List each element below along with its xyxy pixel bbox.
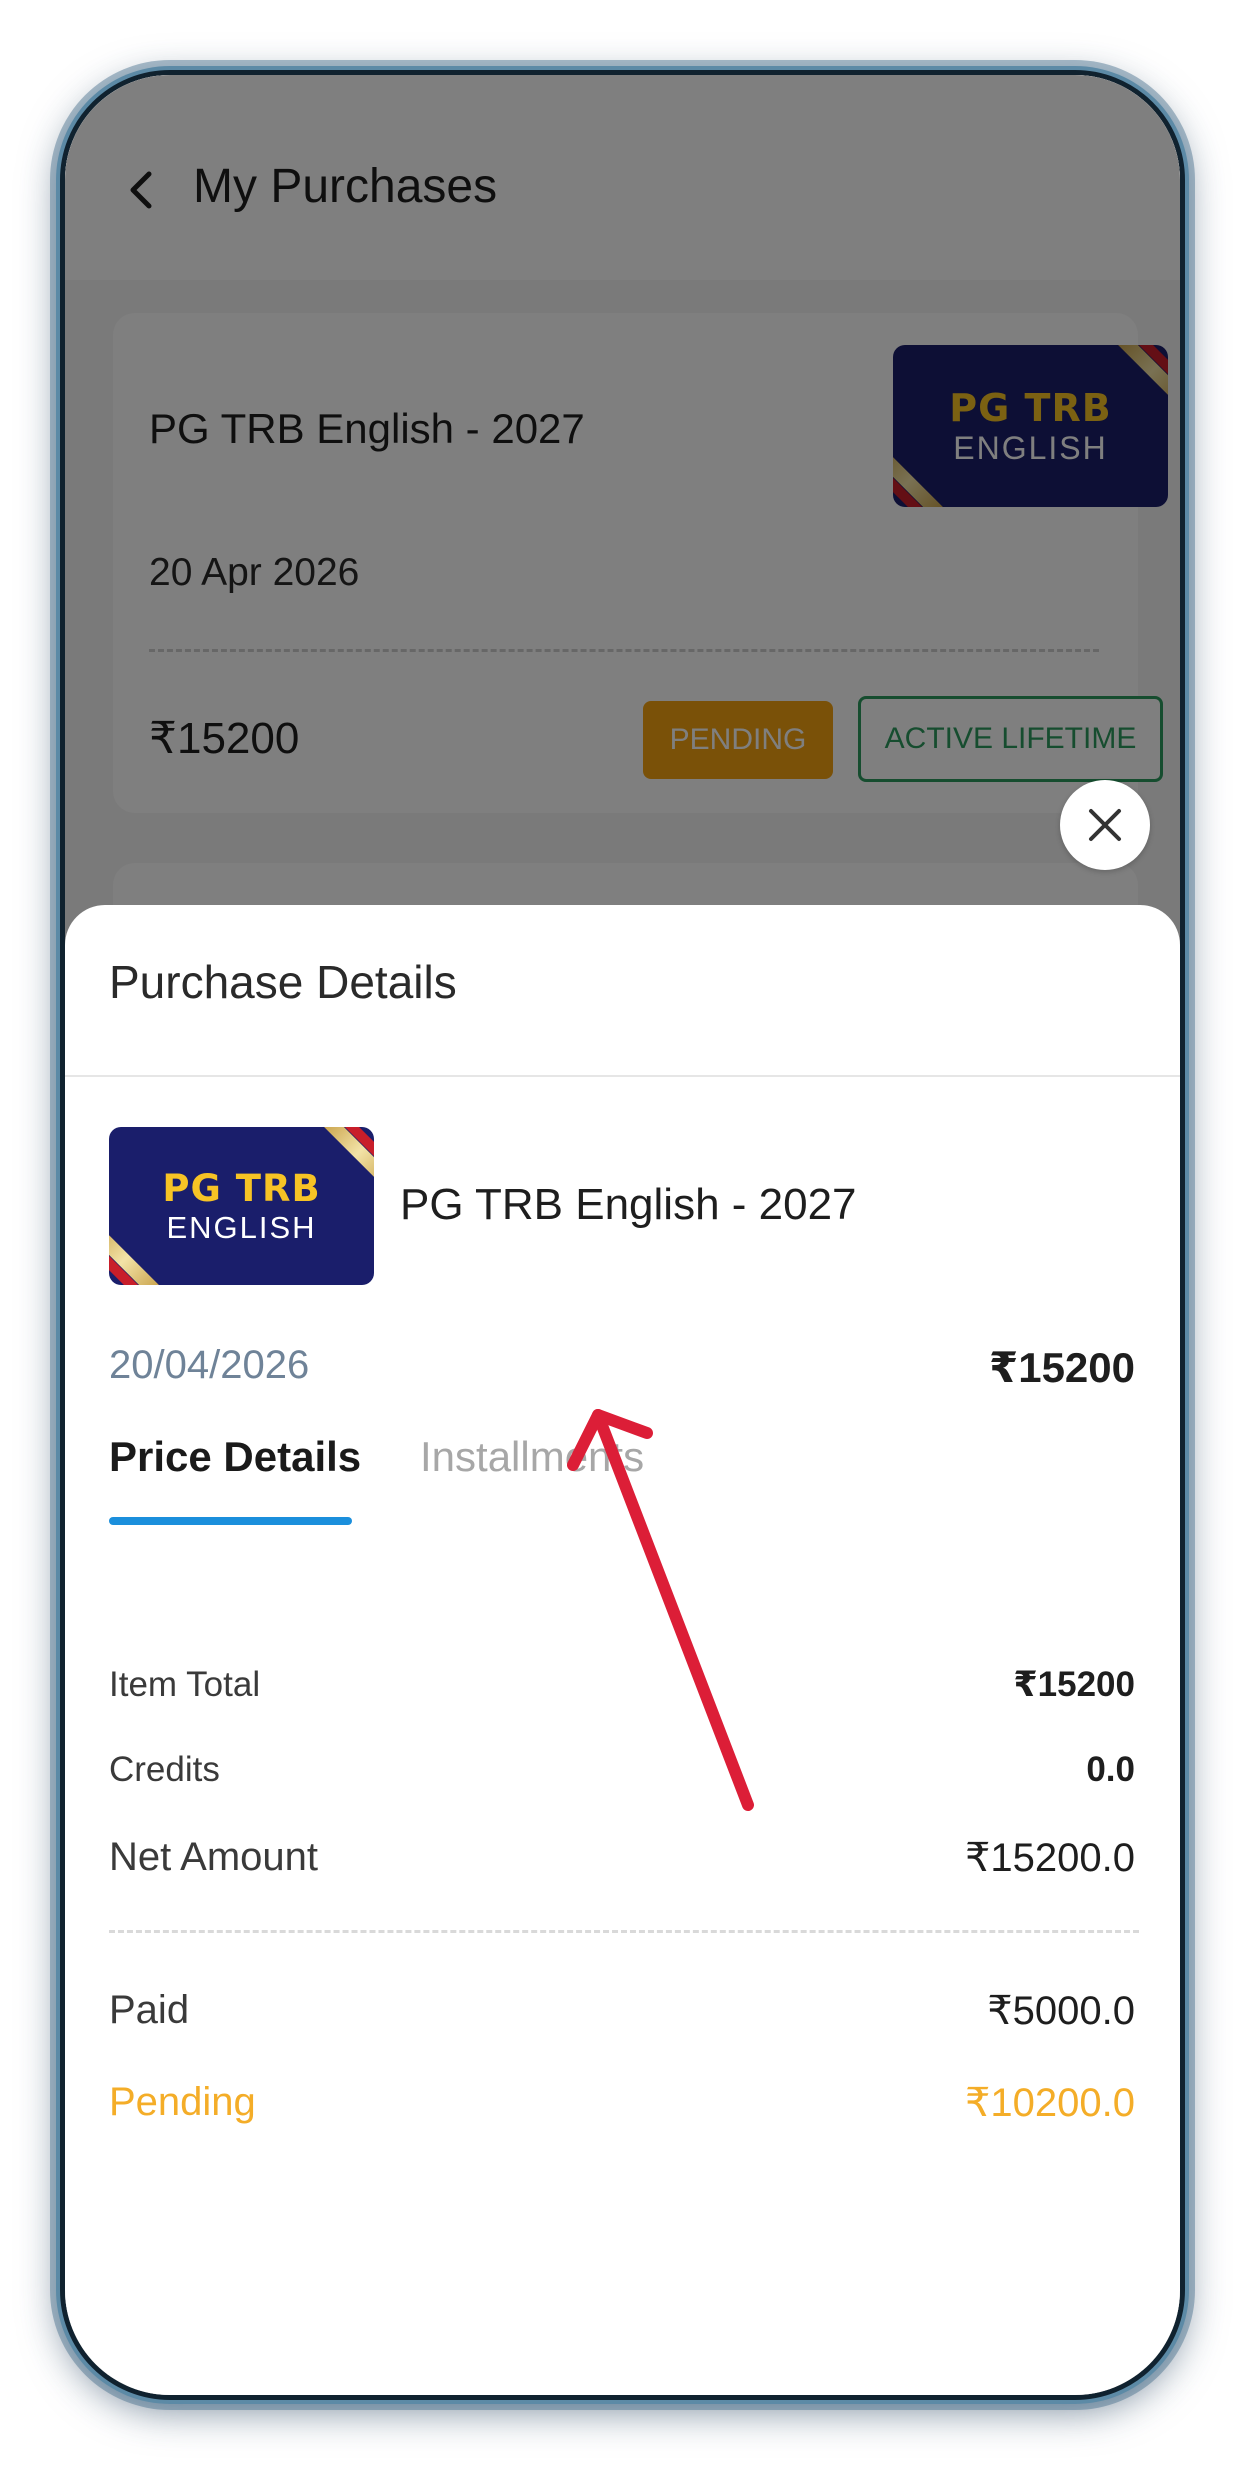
price-row-pending: Pending ₹10200.0 [109, 2080, 1135, 2126]
price-row-net-amount: Net Amount ₹15200.0 [109, 1835, 1135, 1881]
tab-price-details[interactable]: Price Details [109, 1433, 361, 1481]
tab-installments[interactable]: Installments [420, 1433, 644, 1481]
price-row-credits: Credits 0.0 [109, 1750, 1135, 1790]
price-row-value: ₹15200.0 [964, 1836, 1135, 1880]
sheet-title: Purchase Details [109, 956, 457, 1008]
close-icon [1089, 809, 1121, 841]
price-row-value: ₹15200 [1013, 1665, 1135, 1704]
thumbnail-line2: ENGLISH [166, 1209, 317, 1245]
price-row-label: Paid [109, 1988, 190, 2032]
price-row-label: Item Total [109, 1665, 261, 1704]
tab-indicator [109, 1517, 352, 1525]
price-row-value: ₹5000.0 [987, 1989, 1135, 2033]
phone-frame: My Purchases PG TRB English - 2027 PG TR… [60, 70, 1185, 2400]
price-row-label: Pending [109, 2080, 256, 2124]
price-row-label: Credits [109, 1750, 220, 1789]
sheet-divider [65, 1075, 1180, 1077]
purchase-details-sheet: Purchase Details PG TRB ENGLISH PG TRB E… [65, 905, 1180, 2395]
price-row-paid: Paid ₹5000.0 [109, 1988, 1135, 2034]
thumbnail-line1: PG TRB [162, 1166, 321, 1210]
product-name: PG TRB English - 2027 [400, 1180, 857, 1229]
price-row-item-total: Item Total ₹15200 [109, 1665, 1135, 1705]
price-divider [109, 1930, 1139, 1933]
purchase-date: 20/04/2026 [109, 1343, 310, 1387]
course-thumbnail: PG TRB ENGLISH [109, 1127, 374, 1285]
close-button[interactable] [1060, 780, 1150, 870]
price-row-value: 0.0 [1086, 1750, 1135, 1789]
purchase-total: ₹15200 [988, 1344, 1135, 1391]
price-row-value: ₹10200.0 [964, 2081, 1135, 2125]
price-row-label: Net Amount [109, 1835, 319, 1879]
